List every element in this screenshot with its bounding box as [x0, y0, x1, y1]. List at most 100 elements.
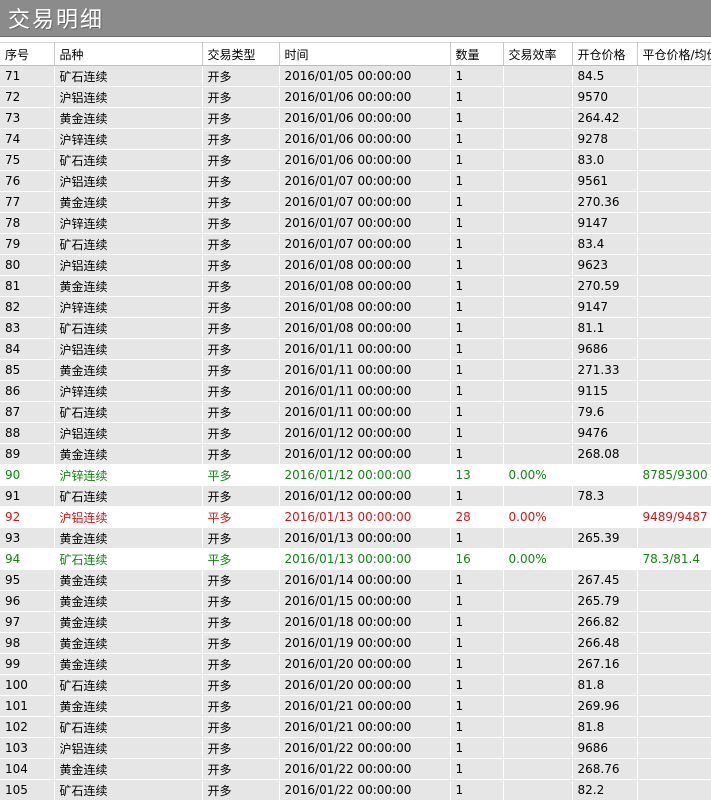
table-row[interactable]: 103 沪铝连续 开多 2016/01/22 00:00:00 1 9686: [0, 737, 711, 759]
column-header-symbol[interactable]: 品种: [54, 42, 203, 66]
cell-id: 86: [0, 380, 55, 402]
table-row[interactable]: 89 黄金连续 开多 2016/01/12 00:00:00 1 268.08: [0, 443, 711, 465]
cell-id: 105: [0, 779, 55, 801]
table-row[interactable]: 104 黄金连续 开多 2016/01/22 00:00:00 1 268.76: [0, 758, 711, 780]
table-row[interactable]: 83 矿石连续 开多 2016/01/08 00:00:00 1 81.1: [0, 317, 711, 339]
table-row[interactable]: 92 沪铝连续 平多 2016/01/13 00:00:00 28 0.00% 9489/9…: [0, 506, 711, 528]
cell-trade-type: 开多: [202, 485, 280, 507]
cell-id: 85: [0, 359, 55, 381]
cell-open-price: 270.59: [572, 275, 638, 297]
cell-trade-type: 开多: [202, 611, 280, 633]
table-row[interactable]: 86 沪锌连续 开多 2016/01/11 00:00:00 1 9115: [0, 380, 711, 402]
cell-quantity: 1: [450, 380, 504, 402]
cell-id: 75: [0, 149, 55, 171]
cell-symbol: 黄金连续: [54, 632, 203, 654]
cell-time: 2016/01/06 00:00:00: [279, 107, 451, 129]
table-row[interactable]: 76 沪铝连续 开多 2016/01/07 00:00:00 1 9561: [0, 170, 711, 192]
cell-close-price: 8785/9300: [637, 464, 711, 486]
table-row[interactable]: 73 黄金连续 开多 2016/01/06 00:00:00 1 264.42: [0, 107, 711, 129]
cell-symbol: 矿石连续: [54, 401, 203, 423]
table-row[interactable]: 94 矿石连续 平多 2016/01/13 00:00:00 16 0.00% 78.3/8…: [0, 548, 711, 570]
cell-quantity: 1: [450, 716, 504, 738]
table-row[interactable]: 80 沪铝连续 开多 2016/01/08 00:00:00 1 9623: [0, 254, 711, 276]
cell-efficiency: 0.00%: [503, 464, 573, 486]
cell-efficiency: [503, 401, 573, 423]
cell-trade-type: 开多: [202, 107, 280, 129]
cell-trade-type: 开多: [202, 170, 280, 192]
table-row[interactable]: 79 矿石连续 开多 2016/01/07 00:00:00 1 83.4: [0, 233, 711, 255]
cell-symbol: 黄金连续: [54, 590, 203, 612]
cell-id: 103: [0, 737, 55, 759]
table-row[interactable]: 105 矿石连续 开多 2016/01/22 00:00:00 1 82.2: [0, 779, 711, 801]
cell-symbol: 黄金连续: [54, 569, 203, 591]
cell-quantity: 1: [450, 212, 504, 234]
cell-symbol: 黄金连续: [54, 527, 203, 549]
cell-symbol: 沪铝连续: [54, 422, 203, 444]
column-header-id[interactable]: 序号: [0, 42, 55, 66]
cell-close-price: [637, 338, 711, 360]
cell-id: 80: [0, 254, 55, 276]
cell-id: 97: [0, 611, 55, 633]
table-row[interactable]: 100 矿石连续 开多 2016/01/20 00:00:00 1 81.8: [0, 674, 711, 696]
table-row[interactable]: 93 黄金连续 开多 2016/01/13 00:00:00 1 265.39: [0, 527, 711, 549]
cell-id: 84: [0, 338, 55, 360]
table-row[interactable]: 96 黄金连续 开多 2016/01/15 00:00:00 1 265.79: [0, 590, 711, 612]
cell-efficiency: [503, 716, 573, 738]
table-row[interactable]: 88 沪铝连续 开多 2016/01/12 00:00:00 1 9476: [0, 422, 711, 444]
cell-efficiency: [503, 128, 573, 150]
cell-symbol: 黄金连续: [54, 695, 203, 717]
column-header-close-price[interactable]: 平仓价格/均价: [637, 42, 711, 66]
cell-close-price: [637, 212, 711, 234]
table-row[interactable]: 97 黄金连续 开多 2016/01/18 00:00:00 1 266.82: [0, 611, 711, 633]
cell-time: 2016/01/05 00:00:00: [279, 65, 451, 87]
cell-id: 74: [0, 128, 55, 150]
cell-open-price: 269.96: [572, 695, 638, 717]
cell-open-price: 271.33: [572, 359, 638, 381]
cell-trade-type: 开多: [202, 380, 280, 402]
table-row[interactable]: 91 矿石连续 开多 2016/01/12 00:00:00 1 78.3: [0, 485, 711, 507]
table-row[interactable]: 101 黄金连续 开多 2016/01/21 00:00:00 1 269.96: [0, 695, 711, 717]
cell-efficiency: [503, 317, 573, 339]
cell-symbol: 沪锌连续: [54, 380, 203, 402]
table-row[interactable]: 102 矿石连续 开多 2016/01/21 00:00:00 1 81.8: [0, 716, 711, 738]
column-header-quantity[interactable]: 数量: [450, 42, 504, 66]
table-row[interactable]: 78 沪锌连续 开多 2016/01/07 00:00:00 1 9147: [0, 212, 711, 234]
table-row[interactable]: 99 黄金连续 开多 2016/01/20 00:00:00 1 267.16: [0, 653, 711, 675]
cell-id: 90: [0, 464, 55, 486]
table-row[interactable]: 90 沪锌连续 平多 2016/01/12 00:00:00 13 0.00% 8785/9…: [0, 464, 711, 486]
cell-trade-type: 开多: [202, 779, 280, 801]
table-row[interactable]: 85 黄金连续 开多 2016/01/11 00:00:00 1 271.33: [0, 359, 711, 381]
cell-close-price: [637, 380, 711, 402]
table-row[interactable]: 74 沪锌连续 开多 2016/01/06 00:00:00 1 9278: [0, 128, 711, 150]
cell-symbol: 黄金连续: [54, 107, 203, 129]
cell-symbol: 矿石连续: [54, 716, 203, 738]
table-row[interactable]: 82 沪锌连续 开多 2016/01/08 00:00:00 1 9147: [0, 296, 711, 318]
cell-symbol: 黄金连续: [54, 443, 203, 465]
cell-time: 2016/01/07 00:00:00: [279, 170, 451, 192]
table-row[interactable]: 75 矿石连续 开多 2016/01/06 00:00:00 1 83.0: [0, 149, 711, 171]
table-row[interactable]: 72 沪铝连续 开多 2016/01/06 00:00:00 1 9570: [0, 86, 711, 108]
cell-quantity: 1: [450, 674, 504, 696]
table-row[interactable]: 81 黄金连续 开多 2016/01/08 00:00:00 1 270.59: [0, 275, 711, 297]
table-row[interactable]: 98 黄金连续 开多 2016/01/19 00:00:00 1 266.48: [0, 632, 711, 654]
column-header-open-price[interactable]: 开仓价格: [572, 42, 638, 66]
column-header-efficiency[interactable]: 交易效率: [503, 42, 573, 66]
cell-symbol: 矿石连续: [54, 779, 203, 801]
column-header-trade-type[interactable]: 交易类型: [202, 42, 280, 66]
cell-time: 2016/01/12 00:00:00: [279, 464, 451, 486]
cell-trade-type: 平多: [202, 548, 280, 570]
table-row[interactable]: 77 黄金连续 开多 2016/01/07 00:00:00 1 270.36: [0, 191, 711, 213]
cell-close-price: [637, 737, 711, 759]
column-header-time[interactable]: 时间: [279, 42, 451, 66]
cell-time: 2016/01/08 00:00:00: [279, 296, 451, 318]
table-row[interactable]: 71 矿石连续 开多 2016/01/05 00:00:00 1 84.5: [0, 65, 711, 87]
table-row[interactable]: 87 矿石连续 开多 2016/01/11 00:00:00 1 79.6: [0, 401, 711, 423]
cell-efficiency: [503, 674, 573, 696]
table-row[interactable]: 84 沪铝连续 开多 2016/01/11 00:00:00 1 9686: [0, 338, 711, 360]
cell-close-price: [637, 527, 711, 549]
cell-close-price: [637, 233, 711, 255]
cell-quantity: 28: [450, 506, 504, 528]
cell-quantity: 1: [450, 611, 504, 633]
table-row[interactable]: 95 黄金连续 开多 2016/01/14 00:00:00 1 267.45: [0, 569, 711, 591]
cell-symbol: 矿石连续: [54, 548, 203, 570]
